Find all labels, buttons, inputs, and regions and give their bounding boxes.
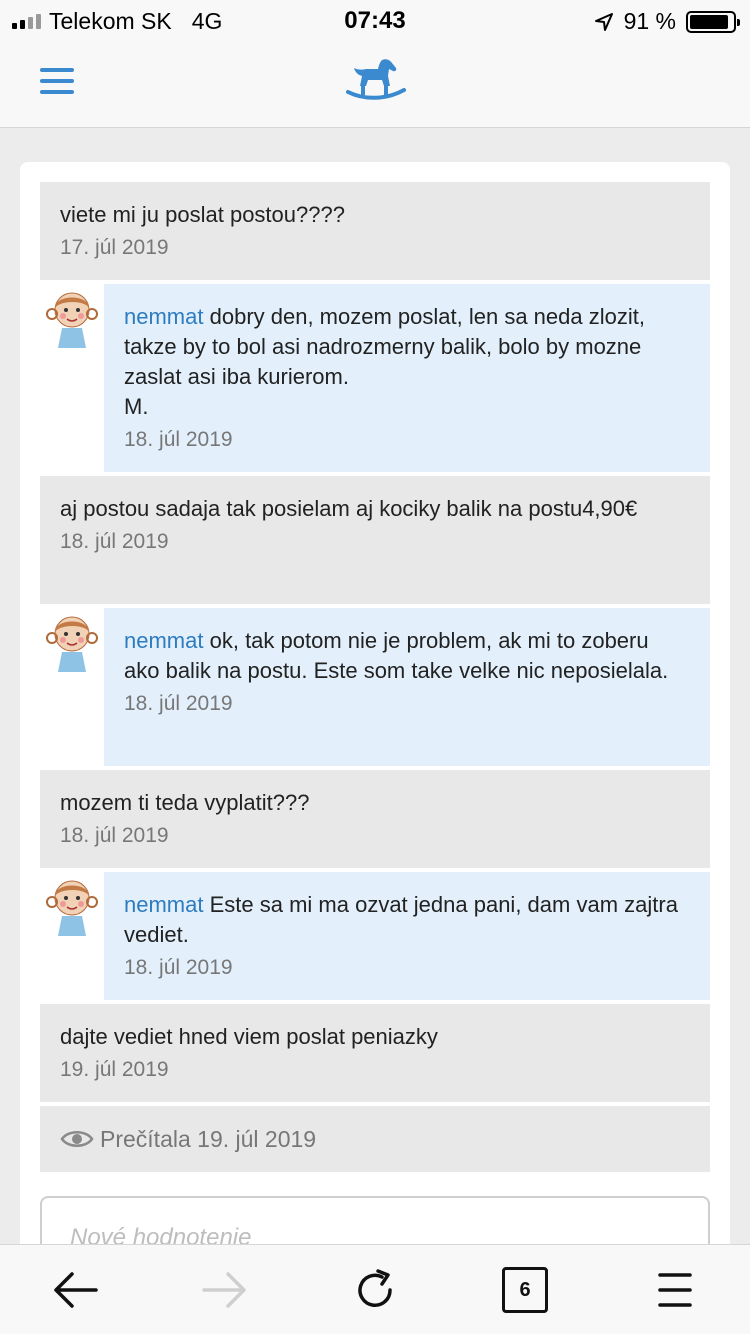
- reload-button[interactable]: [350, 1265, 400, 1315]
- menu-icon: [658, 1273, 692, 1307]
- rocking-horse-logo-icon[interactable]: [344, 56, 406, 108]
- message-date: 19. júl 2019: [60, 1058, 169, 1081]
- message-signature: M.: [124, 394, 149, 419]
- tabs-count-icon: 6: [502, 1267, 548, 1313]
- author-link[interactable]: nemmat: [124, 628, 203, 653]
- forward-button[interactable]: [200, 1265, 250, 1315]
- message-mine: nemmat ok, tak potom nie je problem, ak …: [40, 608, 710, 766]
- message-bubble: nemmat Este sa mi ma ozvat jedna pani, d…: [104, 872, 710, 1000]
- location-arrow-icon: [594, 12, 613, 31]
- message-text: nemmat ok, tak potom nie je problem, ak …: [124, 626, 690, 686]
- menu-bar-line: [40, 79, 74, 83]
- message-bubble: nemmat dobry den, mozem poslat, len sa n…: [104, 284, 710, 472]
- author-link[interactable]: nemmat: [124, 304, 203, 329]
- girl-avatar-icon: [46, 616, 98, 672]
- girl-avatar-icon: [46, 880, 98, 936]
- girl-avatar-icon: [46, 292, 98, 348]
- forward-arrow-icon: [202, 1272, 246, 1308]
- battery-fill: [690, 14, 729, 29]
- message-date: 18. júl 2019: [60, 824, 169, 847]
- avatar[interactable]: [40, 284, 104, 348]
- browser-toolbar: 6: [0, 1244, 750, 1334]
- message-body: ok, tak potom nie je problem, ak mi to z…: [124, 628, 669, 683]
- message-text: mozem ti teda vyplatit???: [60, 790, 310, 815]
- message-text: nemmat Este sa mi ma ozvat jedna pani, d…: [124, 890, 690, 950]
- menu-bar-line: [40, 68, 74, 72]
- avatar[interactable]: [40, 872, 104, 936]
- read-status-text: Prečítala 19. júl 2019: [100, 1125, 317, 1152]
- read-status: Prečítala 19. júl 2019: [40, 1106, 710, 1172]
- status-right: 91 %: [594, 8, 740, 35]
- status-bar: Telekom SK 4G 07:43 91 %: [0, 0, 750, 40]
- message-text: viete mi ju poslat postou????: [60, 202, 345, 227]
- message-other: viete mi ju poslat postou???? 17. júl 20…: [40, 182, 710, 280]
- message-other: mozem ti teda vyplatit??? 18. júl 2019: [40, 770, 710, 868]
- message-text: dajte vediet hned viem poslat peniazky: [60, 1024, 438, 1049]
- message-mine: nemmat Este sa mi ma ozvat jedna pani, d…: [40, 872, 710, 1000]
- menu-button[interactable]: [40, 68, 74, 98]
- author-link[interactable]: nemmat: [124, 892, 203, 917]
- browser-menu-button[interactable]: [650, 1265, 700, 1315]
- back-arrow-icon: [54, 1272, 98, 1308]
- tabs-button[interactable]: 6: [500, 1265, 550, 1315]
- message-date: 18. júl 2019: [124, 692, 233, 715]
- message-other: dajte vediet hned viem poslat peniazky 1…: [40, 1004, 710, 1102]
- message-bubble: nemmat ok, tak potom nie je problem, ak …: [104, 608, 710, 766]
- conversation-card: viete mi ju poslat postou???? 17. júl 20…: [20, 162, 730, 1262]
- message-other: aj postou sadaja tak posielam aj kociky …: [40, 476, 710, 604]
- battery-icon: [686, 10, 740, 33]
- message-mine: nemmat dobry den, mozem poslat, len sa n…: [40, 284, 710, 472]
- message-date: 18. júl 2019: [124, 956, 233, 979]
- app-header: [0, 40, 750, 128]
- message-date: 17. júl 2019: [60, 236, 169, 259]
- message-body: Este sa mi ma ozvat jedna pani, dam vam …: [124, 892, 678, 947]
- message-date: 18. júl 2019: [124, 428, 233, 451]
- message-text: aj postou sadaja tak posielam aj kociky …: [60, 496, 638, 521]
- avatar[interactable]: [40, 608, 104, 672]
- message-date: 18. júl 2019: [60, 530, 169, 553]
- menu-bar-line: [40, 90, 74, 94]
- eye-icon: [60, 1131, 94, 1147]
- message-body: dobry den, mozem poslat, len sa neda zlo…: [124, 304, 645, 389]
- battery-percent: 91 %: [623, 8, 676, 34]
- reload-icon: [358, 1269, 392, 1307]
- back-button[interactable]: [50, 1265, 100, 1315]
- message-text: nemmat dobry den, mozem poslat, len sa n…: [124, 302, 690, 422]
